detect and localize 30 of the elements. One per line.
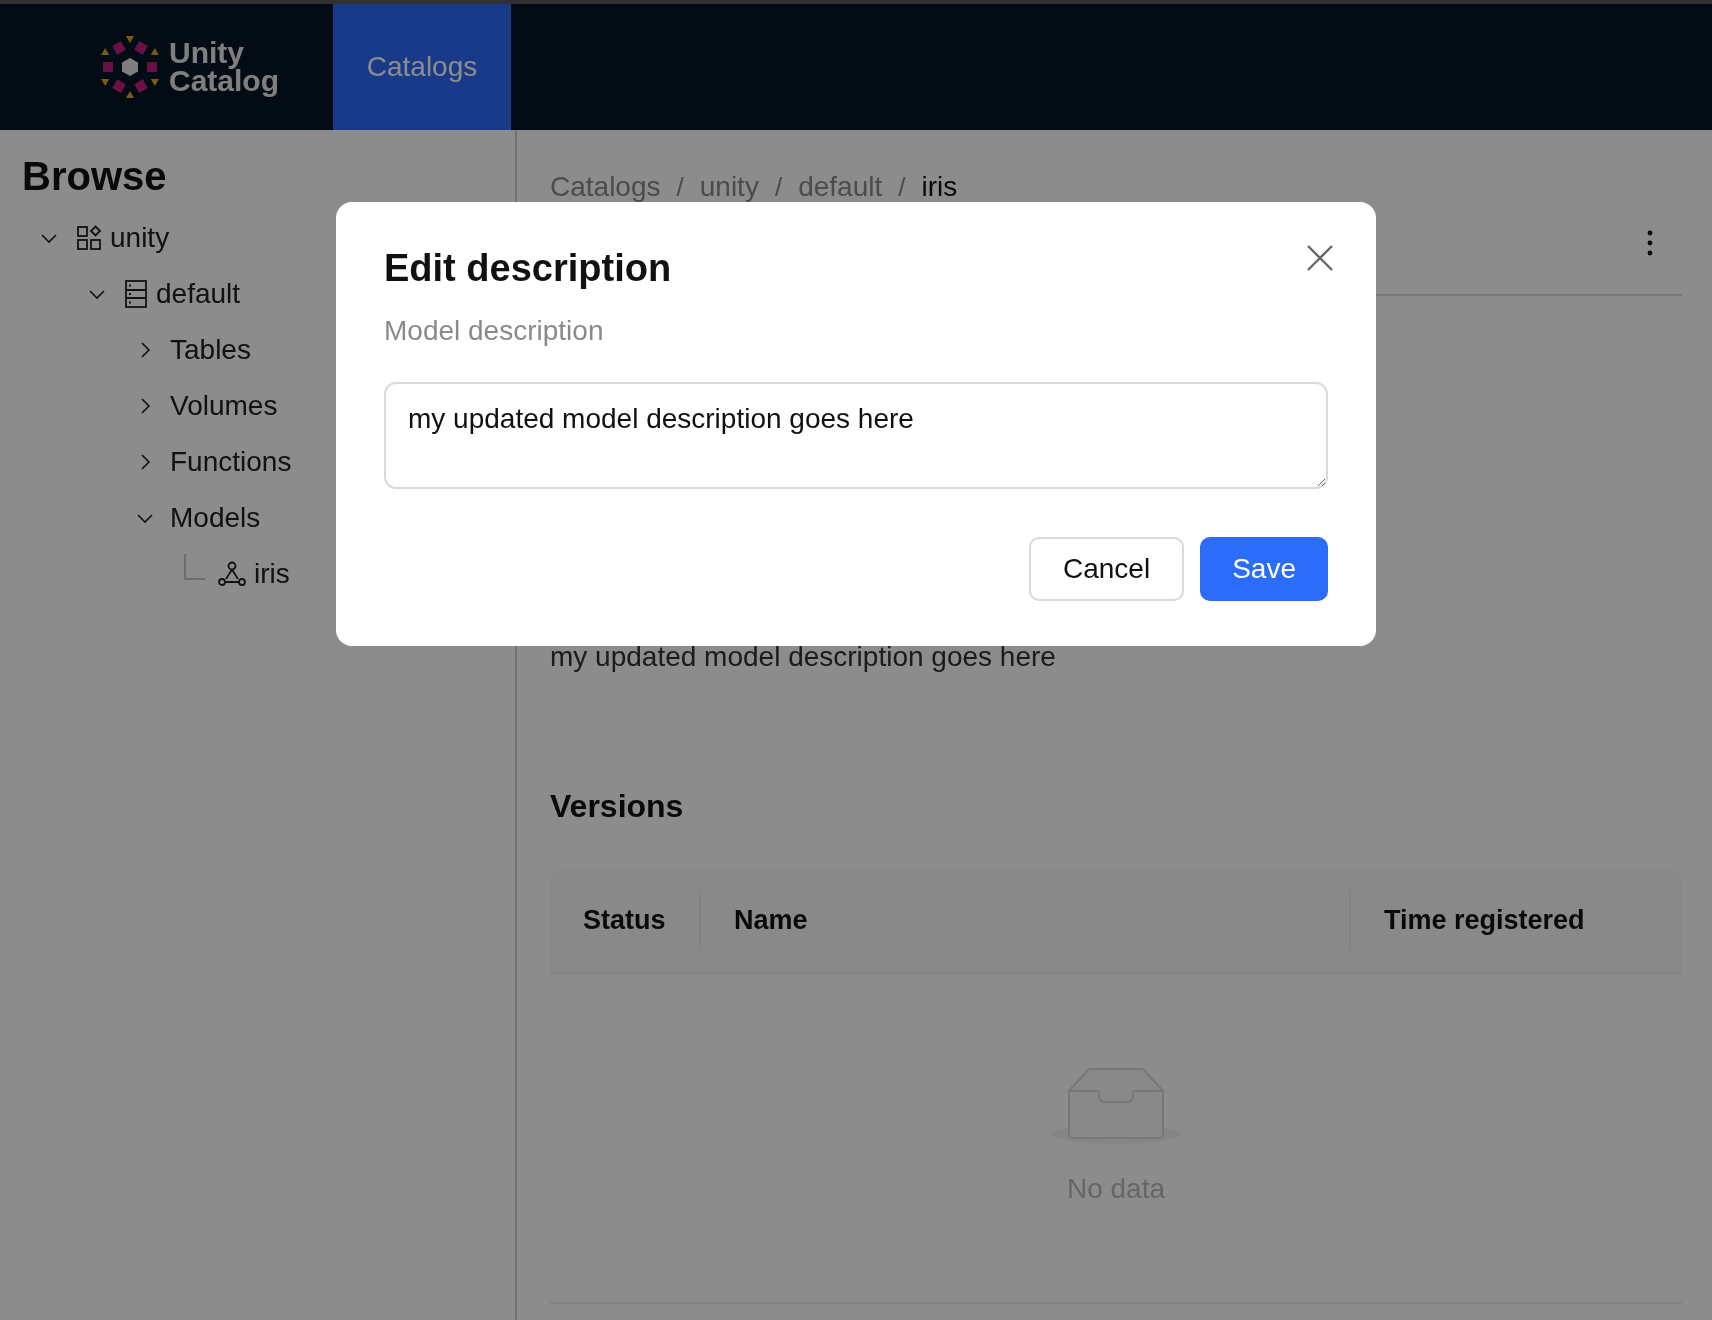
tree-item[interactable]: iris bbox=[254, 553, 290, 595]
description-input[interactable]: my updated model description goes here bbox=[384, 382, 1328, 489]
tree-item[interactable]: default bbox=[156, 273, 241, 315]
grid-icon bbox=[76, 225, 102, 251]
tree-item[interactable]: Functions bbox=[170, 441, 292, 483]
column-header: Name bbox=[734, 903, 808, 937]
close-icon[interactable] bbox=[1306, 244, 1334, 272]
dialog-title: Edit description bbox=[384, 246, 672, 291]
breadcrumb-separator: / bbox=[676, 170, 684, 204]
save-button[interactable]: Save bbox=[1200, 537, 1328, 601]
more-icon[interactable] bbox=[1646, 229, 1654, 257]
tree-item[interactable]: Volumes bbox=[170, 385, 278, 427]
tree-item[interactable]: unity bbox=[110, 217, 170, 259]
cancel-button[interactable]: Cancel bbox=[1029, 537, 1185, 601]
column-header: Time registered bbox=[1384, 903, 1585, 937]
breadcrumb-separator: / bbox=[898, 170, 906, 204]
nodes-icon bbox=[218, 561, 246, 587]
section-title: Versions bbox=[550, 787, 685, 826]
logo-text: Unity bbox=[169, 39, 245, 67]
field-label: Model description bbox=[384, 314, 605, 348]
column-header: Status bbox=[583, 903, 666, 937]
tree-item[interactable]: Models bbox=[170, 497, 261, 539]
database-icon bbox=[124, 280, 148, 308]
model-description: my updated model description goes here bbox=[550, 640, 1057, 674]
breadcrumb-item: iris bbox=[921, 170, 958, 204]
sidebar-title: Browse bbox=[22, 153, 168, 200]
tree-connector bbox=[184, 554, 206, 580]
tree-item[interactable]: Tables bbox=[170, 329, 251, 371]
nav-tab[interactable]: Catalogs bbox=[333, 4, 511, 130]
breadcrumb-separator: / bbox=[774, 170, 783, 204]
